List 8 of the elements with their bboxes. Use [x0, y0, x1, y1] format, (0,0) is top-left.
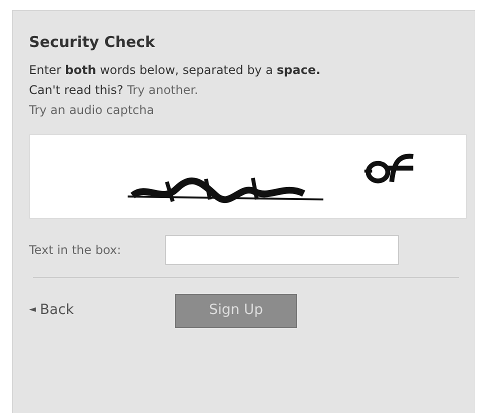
input-field[interactable]	[165, 234, 399, 264]
instructions: Enter both words below, separated by a space.	[29, 62, 322, 78]
dialog-title: Security Check	[29, 32, 156, 53]
audio-captcha-link[interactable]: Try an audio captcha	[29, 102, 154, 116]
back-link[interactable]: ◄ Back	[29, 300, 175, 321]
try-another-link[interactable]: Try another.	[127, 82, 198, 96]
prompt-text: Can't read this?	[29, 82, 124, 96]
field-label: Text in the box:	[29, 242, 122, 258]
